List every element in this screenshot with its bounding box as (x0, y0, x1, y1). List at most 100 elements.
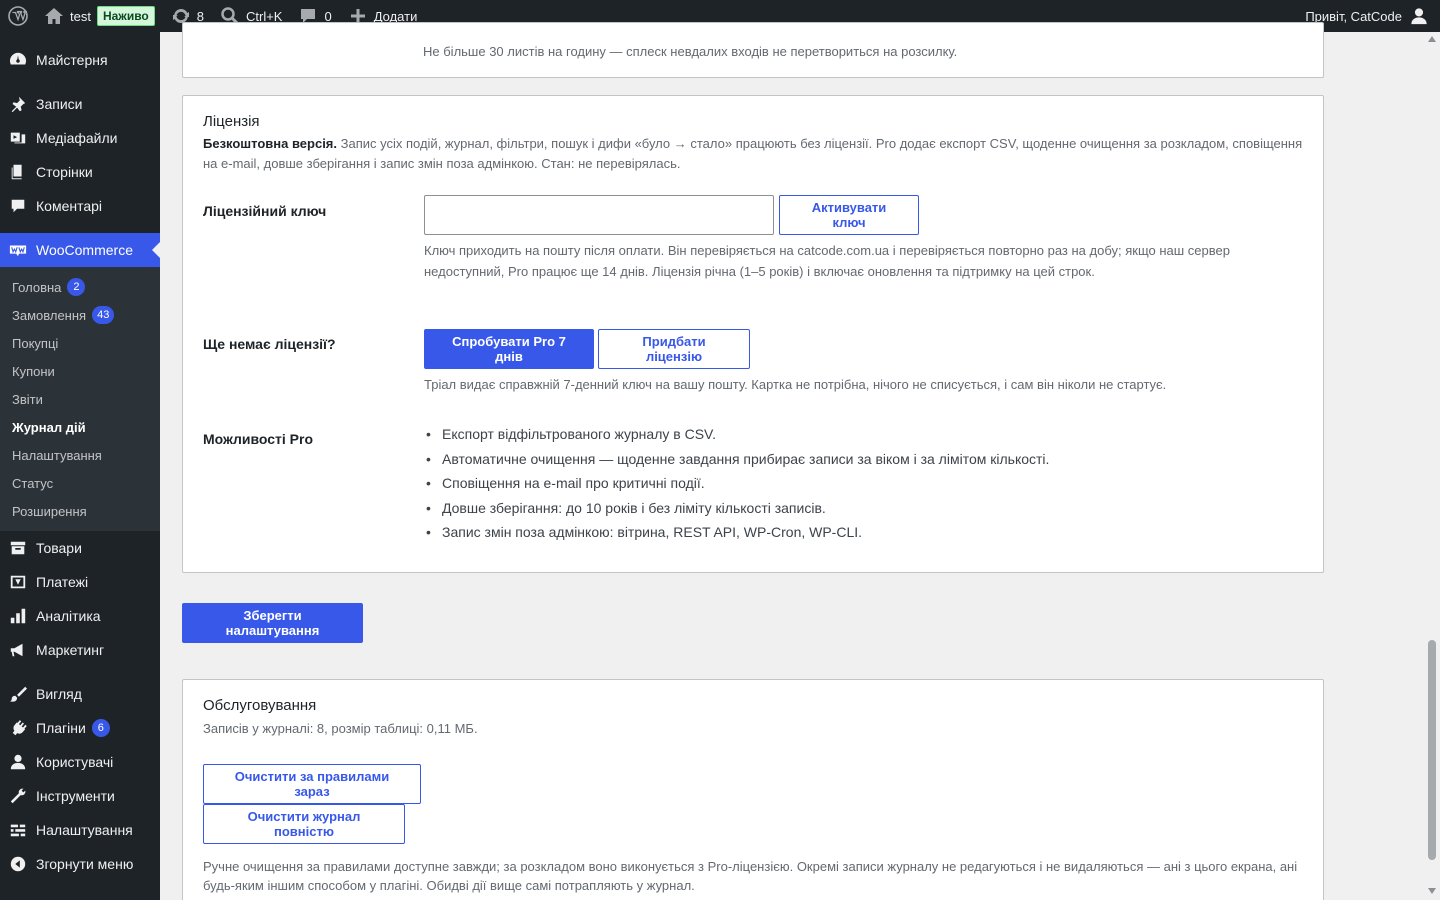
list-item: Автоматичне очищення — щоденне завдання … (424, 447, 1304, 472)
submenu-coupons-label: Купони (12, 363, 55, 379)
woocommerce-icon (8, 240, 28, 260)
license-key-label: Ліцензійний ключ (203, 203, 327, 219)
menu-woocommerce-label: WooCommerce (36, 242, 133, 258)
megaphone-icon (8, 640, 28, 660)
menu-users[interactable]: Користувачі (0, 745, 160, 779)
menu-pages[interactable]: Сторінки (0, 155, 160, 189)
list-item: Експорт відфільтрованого журналу в CSV. (424, 422, 1304, 447)
save-settings-button[interactable]: Зберегти налаштування (182, 603, 363, 643)
menu-products-label: Товари (36, 540, 82, 556)
submenu-settings-label: Налаштування (12, 447, 102, 463)
submenu-extensions-label: Розширення (12, 503, 87, 519)
submenu-status[interactable]: Статус (0, 469, 160, 497)
menu-pages-label: Сторінки (36, 164, 93, 180)
plugin-icon (8, 718, 28, 738)
menu-dashboard[interactable]: Майстерня (0, 43, 160, 77)
user-icon (8, 752, 28, 772)
submenu-home-label: Головна (12, 279, 62, 295)
site-name: test (70, 8, 91, 24)
menu-dashboard-label: Майстерня (36, 52, 108, 68)
menu-plugins-label: Плагіни (36, 720, 86, 736)
license-title: Ліцензія (203, 113, 260, 130)
submenu-activity-log-label: Журнал дій (12, 419, 86, 435)
menu-marketing-label: Маркетинг (36, 642, 105, 658)
submenu-customers-label: Покупці (12, 335, 59, 351)
menu-analytics-label: Аналітика (36, 608, 101, 624)
scroll-up-arrow-icon[interactable] (1428, 36, 1436, 42)
cleanup-all-button[interactable]: Очистити журнал повністю (203, 804, 405, 844)
license-free-text: Запис усіх подій, журнал, фільтри, пошук… (203, 136, 1303, 171)
scroll-down-arrow-icon[interactable] (1428, 888, 1436, 894)
cleanup-by-rules-button[interactable]: Очистити за правилами зараз (203, 764, 421, 804)
license-intro: Безкоштовна версія. Запис усіх подій, жу… (203, 134, 1303, 174)
menu-media[interactable]: Медіафайли (0, 121, 160, 155)
live-badge: Наживо (96, 6, 155, 26)
license-key-input[interactable] (424, 195, 774, 235)
menu-products[interactable]: Товари (0, 531, 160, 565)
pro-features-list: Експорт відфільтрованого журналу в CSV. … (424, 422, 1304, 545)
no-license-label: Ще немає ліцензії? (203, 336, 336, 352)
submenu-status-label: Статус (12, 475, 54, 491)
site-name-menu[interactable]: test Наживо (36, 0, 163, 32)
license-card: Ліцензія Безкоштовна версія. Запис усіх … (182, 95, 1324, 573)
menu-tools-label: Інструменти (36, 788, 115, 804)
submenu-coupons[interactable]: Купони (0, 357, 160, 385)
main-content: Не більше 30 листів на годину — сплеск н… (182, 22, 1324, 900)
menu-woocommerce[interactable]: WooCommerce (0, 233, 160, 267)
submenu-customers[interactable]: Покупці (0, 329, 160, 357)
submenu-orders[interactable]: Замовлення 43 (0, 301, 160, 329)
menu-payments-label: Платежі (36, 574, 89, 590)
menu-appearance[interactable]: Вигляд (0, 677, 160, 711)
plugins-count-badge: 6 (91, 719, 110, 737)
menu-comments-label: Коментарі (36, 198, 103, 214)
maintenance-help: Ручне очищення за правилами доступне зав… (203, 859, 1298, 893)
license-free-bold: Безкоштовна версія. (203, 136, 337, 151)
orders-count-badge: 43 (92, 306, 115, 324)
menu-posts[interactable]: Записи (0, 87, 160, 121)
dashboard-icon (8, 50, 28, 70)
buy-license-button[interactable]: Придбати ліцензію (598, 329, 750, 369)
wp-logo-menu[interactable] (0, 0, 36, 32)
menu-settings[interactable]: Налаштування (0, 813, 160, 847)
menu-collapse[interactable]: Згорнути меню (0, 847, 160, 881)
list-item: Довше зберігання: до 10 років і без лімі… (424, 496, 1304, 521)
submenu-reports-label: Звіти (12, 391, 43, 407)
menu-payments[interactable]: Платежі (0, 565, 160, 599)
menu-analytics[interactable]: Аналітика (0, 599, 160, 633)
menu-users-label: Користувачі (36, 754, 114, 770)
pin-icon (8, 94, 28, 114)
payments-icon (8, 572, 28, 592)
scrollbar-thumb[interactable] (1428, 640, 1436, 860)
maintenance-stats: Записів у журналі: 8, розмір таблиці: 0,… (203, 721, 478, 736)
menu-comments[interactable]: Коментарі (0, 189, 160, 223)
wordpress-logo-icon (8, 6, 28, 26)
pro-features-label: Можливості Pro (203, 431, 314, 447)
woocommerce-submenu: Головна 2 Замовлення 43 Покупці Купони Зві… (0, 267, 160, 531)
collapse-icon (8, 854, 28, 874)
submenu-home[interactable]: Головна 2 (0, 273, 160, 301)
menu-collapse-label: Згорнути меню (36, 856, 134, 872)
pages-icon (8, 162, 28, 182)
list-item: Сповіщення на e-mail про критичні події. (424, 471, 1304, 496)
submenu-settings[interactable]: Налаштування (0, 441, 160, 469)
try-pro-button[interactable]: Спробувати Pro 7 днів (424, 329, 594, 369)
menu-posts-label: Записи (36, 96, 83, 112)
menu-appearance-label: Вигляд (36, 686, 82, 702)
submenu-reports[interactable]: Звіти (0, 385, 160, 413)
page-scrollbar[interactable] (1424, 32, 1440, 900)
menu-plugins[interactable]: Плагіни 6 (0, 711, 160, 745)
archive-icon (8, 538, 28, 558)
activate-key-button[interactable]: Активувати ключ (779, 195, 919, 235)
menu-tools[interactable]: Інструменти (0, 779, 160, 813)
menu-media-label: Медіафайли (36, 130, 118, 146)
submenu-extensions[interactable]: Розширення (0, 497, 160, 525)
settings-icon (8, 820, 28, 840)
maintenance-card: Обслуговування Записів у журналі: 8, роз… (182, 679, 1324, 900)
home-icon (44, 6, 64, 26)
avatar (1410, 7, 1428, 25)
bar-chart-icon (8, 606, 28, 626)
menu-marketing[interactable]: Маркетинг (0, 633, 160, 667)
admin-sidebar: Майстерня Записи Медіафайли Сторінки Ком… (0, 32, 160, 900)
submenu-orders-label: Замовлення (12, 307, 87, 323)
submenu-activity-log[interactable]: Журнал дій (0, 413, 160, 441)
